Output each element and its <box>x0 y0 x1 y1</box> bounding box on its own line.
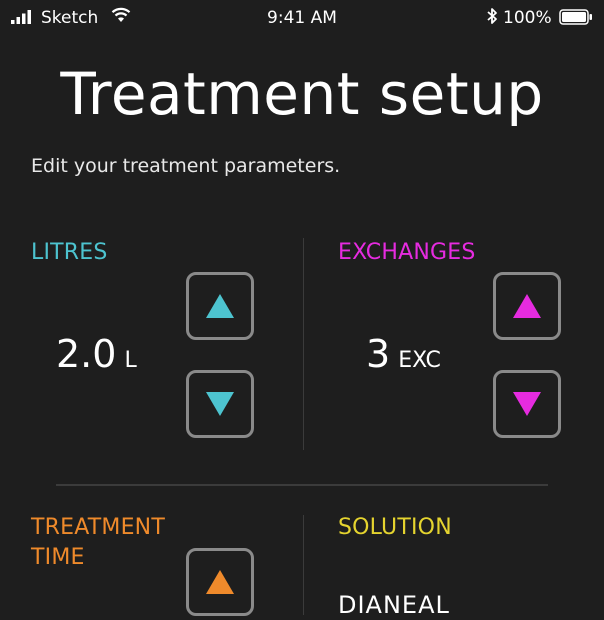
solution-label: SOLUTION <box>338 515 452 540</box>
solution-value[interactable]: DIANEAL <box>338 590 450 620</box>
exchanges-increment-button[interactable] <box>493 272 561 340</box>
treatment-time-increment-button[interactable] <box>186 548 254 616</box>
triangle-down-icon <box>206 392 234 416</box>
column-divider <box>303 238 304 450</box>
litres-label: LITRES <box>31 240 108 265</box>
triangle-up-icon <box>206 294 234 318</box>
exchanges-unit: EXC <box>398 348 441 373</box>
section-divider <box>56 484 548 486</box>
bluetooth-icon <box>486 7 498 25</box>
battery-icon <box>559 9 593 25</box>
page-subtitle: Edit your treatment parameters. <box>31 155 341 177</box>
litres-value-display: 2.0 L <box>56 332 137 383</box>
litres-increment-button[interactable] <box>186 272 254 340</box>
exchanges-label: EXCHANGES <box>338 240 476 265</box>
column-divider-lower <box>303 515 304 615</box>
triangle-up-icon <box>513 294 541 318</box>
exchanges-value-display: 3 EXC <box>366 332 441 383</box>
litres-value: 2.0 <box>56 332 117 376</box>
litres-decrement-button[interactable] <box>186 370 254 438</box>
exchanges-value: 3 <box>366 332 391 376</box>
triangle-up-icon <box>206 570 234 594</box>
battery-percentage: 100% <box>503 8 552 28</box>
triangle-down-icon <box>513 392 541 416</box>
treatment-time-label: TREATMENT TIME <box>31 515 165 570</box>
exchanges-decrement-button[interactable] <box>493 370 561 438</box>
page-title: Treatment setup <box>60 60 544 128</box>
litres-unit: L <box>124 348 137 373</box>
